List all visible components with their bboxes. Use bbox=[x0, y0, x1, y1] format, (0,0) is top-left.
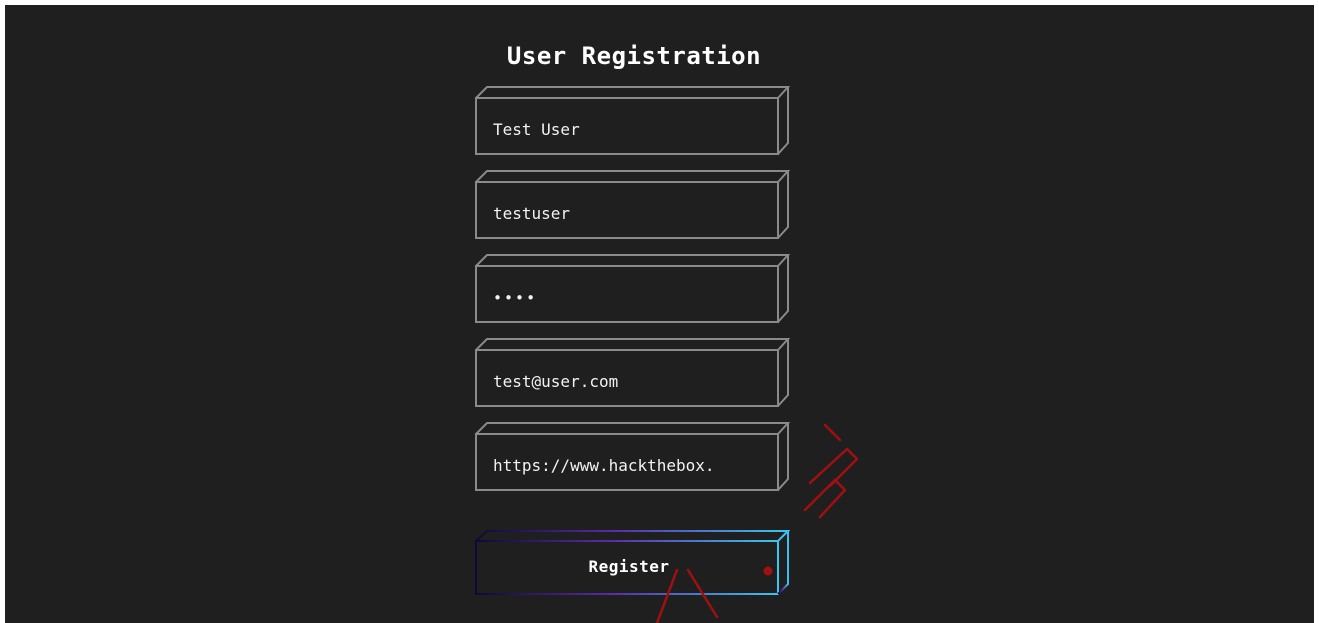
register-button-label: Register bbox=[588, 557, 670, 576]
register-button[interactable]: Register bbox=[475, 530, 795, 596]
password-input[interactable]: •••• bbox=[493, 287, 777, 309]
website-field[interactable]: https://www.hackthebox. bbox=[475, 422, 795, 492]
website-input[interactable]: https://www.hackthebox. bbox=[493, 455, 777, 477]
username-field[interactable]: testuser bbox=[475, 170, 795, 240]
email-field[interactable]: test@user.com bbox=[475, 338, 795, 408]
page-viewport: User Registration Test User testuser •••… bbox=[5, 5, 1314, 623]
password-field[interactable]: •••• bbox=[475, 254, 795, 324]
email-input[interactable]: test@user.com bbox=[493, 371, 777, 393]
form-title: User Registration bbox=[506, 42, 762, 70]
full-name-input[interactable]: Test User bbox=[493, 119, 777, 141]
username-input[interactable]: testuser bbox=[493, 203, 777, 225]
full-name-field[interactable]: Test User bbox=[475, 86, 795, 156]
registration-form: User Registration Test User testuser •••… bbox=[475, 5, 805, 623]
